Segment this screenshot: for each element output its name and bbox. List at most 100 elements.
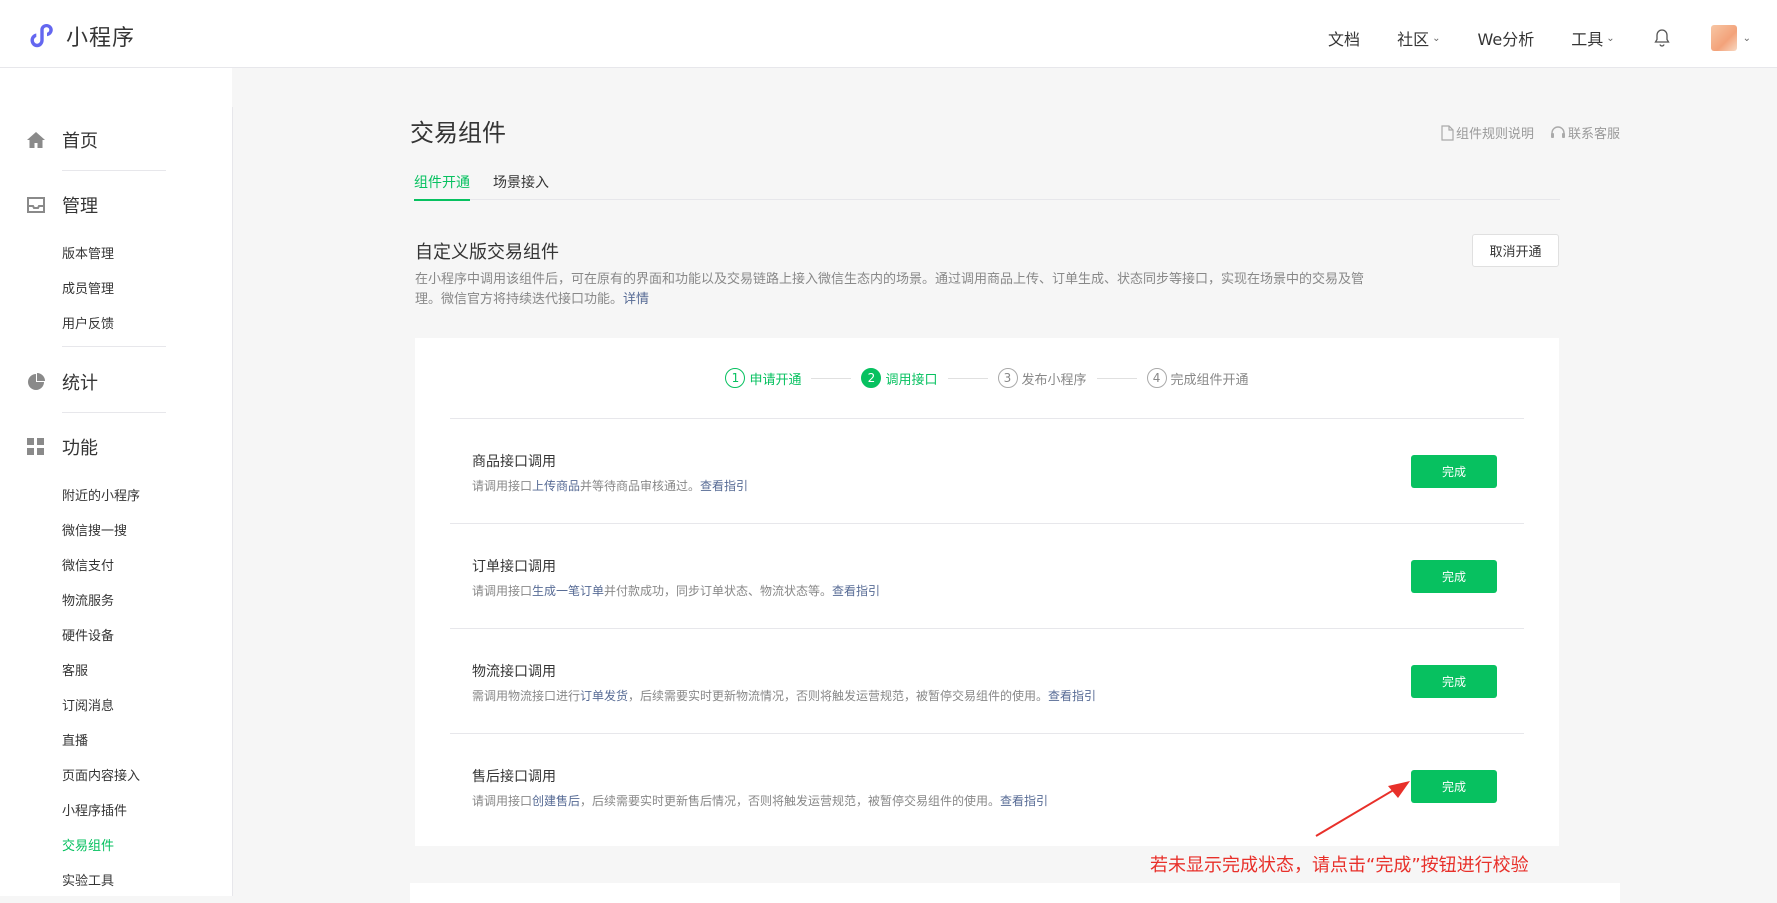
row-desc-text: ，后续需要实时更新售后情况，否则将触发运营规范，被暂停交易组件的使用。	[580, 794, 1001, 808]
sidebar-item-lab[interactable]: 实验工具	[62, 870, 114, 889]
sidebar-item-trade[interactable]: 交易组件	[62, 835, 114, 854]
step-connector	[947, 377, 988, 379]
step-complete: 4 完成组件开通	[1146, 368, 1249, 388]
sidebar-item-plugin[interactable]: 小程序插件	[62, 800, 127, 819]
row-title: 订单接口调用	[472, 559, 556, 575]
row-title: 售后接口调用	[472, 769, 556, 785]
sidebar-divider	[62, 346, 166, 347]
step-label: 发布小程序	[1021, 372, 1087, 388]
api-row-order: 订单接口调用 请调用接口生成一笔订单并付款成功，同步订单状态、物流状态等。查看指…	[450, 523, 1524, 628]
sidebar-item-live[interactable]: 直播	[62, 730, 88, 749]
sidebar-item-subscribe[interactable]: 订阅消息	[62, 695, 114, 714]
sidebar-border	[232, 107, 233, 896]
row-desc-text: 并付款成功，同步订单状态、物流状态等。	[604, 584, 833, 598]
row-api-link[interactable]: 订单发货	[580, 689, 628, 703]
home-icon	[26, 130, 46, 150]
sidebar-group-label: 统计	[62, 373, 98, 394]
headset-icon	[1550, 125, 1565, 138]
rules-link[interactable]: 组件规则说明	[1441, 123, 1534, 142]
done-button[interactable]: 完成	[1411, 770, 1497, 803]
row-description: 需调用物流接口进行订单发货，后续需要实时更新物流情况，否则将触发运营规范，被暂停…	[472, 687, 1096, 704]
row-api-link[interactable]: 创建售后	[532, 794, 580, 808]
sidebar-item-logistics[interactable]: 物流服务	[62, 590, 114, 609]
tab-scenario[interactable]: 场景接入	[493, 172, 549, 199]
step-label: 完成组件开通	[1170, 372, 1249, 388]
description-text-2: 信官方将持续迭代接口功能。	[454, 292, 624, 307]
row-api-link[interactable]: 上传商品	[532, 479, 580, 493]
nav-we-analysis[interactable]: We分析	[1477, 26, 1534, 50]
done-button[interactable]: 完成	[1411, 560, 1497, 593]
rules-link-label: 组件规则说明	[1455, 127, 1534, 142]
sidebar-item-content[interactable]: 页面内容接入	[62, 765, 140, 784]
sidebar-item-hardware[interactable]: 硬件设备	[62, 625, 114, 644]
chevron-down-icon: ⌄	[1742, 32, 1751, 44]
section-title: 自定义版交易组件	[415, 242, 559, 263]
sidebar-group-stats[interactable]: 统计	[26, 369, 98, 395]
sidebar-group-label: 首页	[62, 131, 98, 152]
step-connector	[811, 377, 852, 379]
sidebar-group-manage[interactable]: 管理	[26, 192, 98, 218]
steps-panel: 1 申请开通 2 调用接口 3 发布小程序 4 完成组件开通 商品接口调用 请调…	[415, 338, 1559, 846]
done-button[interactable]: 完成	[1411, 455, 1497, 488]
sidebar-item-feedback[interactable]: 用户反馈	[62, 313, 114, 332]
grid-icon	[26, 437, 46, 457]
row-api-link[interactable]: 生成一笔订单	[532, 584, 604, 598]
tab-activate[interactable]: 组件开通	[414, 172, 470, 201]
nav-docs[interactable]: 文档	[1328, 26, 1360, 50]
bell-icon[interactable]	[1653, 28, 1671, 48]
sidebar-item-service[interactable]: 客服	[62, 660, 88, 679]
row-desc-text: 请调用接口	[472, 794, 533, 808]
step-label: 申请开通	[749, 372, 802, 388]
progress-steps: 1 申请开通 2 调用接口 3 发布小程序 4 完成组件开通	[415, 368, 1559, 388]
miniprogram-logo-icon	[30, 24, 53, 48]
row-description: 请调用接口创建售后，后续需要实时更新售后情况，否则将触发运营规范，被暂停交易组件…	[472, 792, 1048, 809]
step-call-api: 2 调用接口	[861, 368, 938, 388]
sidebar-item-members[interactable]: 成员管理	[62, 278, 114, 297]
sidebar: 首页 管理 版本管理 成员管理 用户反馈 统计 功能 附近的小程序 微信搜一搜 …	[0, 68, 232, 896]
top-nav: 文档 社区 ⌄ We分析 工具 ⌄ ⌄	[1291, 22, 1751, 54]
nav-tools[interactable]: 工具 ⌄	[1571, 26, 1614, 50]
view-guide-link[interactable]: 查看指引	[832, 584, 880, 598]
contact-service-link[interactable]: 联系客服	[1550, 123, 1620, 142]
logo[interactable]: 小程序	[26, 20, 135, 52]
sidebar-group-features[interactable]: 功能	[26, 434, 98, 460]
row-description: 请调用接口生成一笔订单并付款成功，同步订单状态、物流状态等。查看指引	[472, 582, 880, 599]
done-button[interactable]: 完成	[1411, 665, 1497, 698]
row-desc-text: 请调用接口	[472, 584, 533, 598]
chevron-down-icon: ⌄	[1606, 32, 1615, 44]
tabs: 组件开通 场景接入	[414, 172, 1560, 201]
pie-chart-icon	[26, 372, 46, 392]
view-guide-link[interactable]: 查看指引	[1048, 689, 1096, 703]
sidebar-group-label: 管理	[62, 196, 98, 217]
top-links: 组件规则说明 联系客服	[1425, 123, 1620, 142]
row-title: 商品接口调用	[472, 454, 556, 470]
details-link[interactable]: 详情	[623, 292, 649, 307]
row-title: 物流接口调用	[472, 664, 556, 680]
sidebar-item-version[interactable]: 版本管理	[62, 243, 114, 262]
sidebar-group-home[interactable]: 首页	[26, 127, 98, 153]
cancel-activation-button[interactable]: 取消开通	[1472, 234, 1559, 267]
nav-tools-label: 工具	[1571, 30, 1604, 49]
avatar	[1710, 25, 1737, 51]
row-desc-text: 请调用接口	[472, 479, 533, 493]
user-menu[interactable]: ⌄	[1710, 25, 1751, 51]
nav-community[interactable]: 社区 ⌄	[1397, 26, 1440, 50]
step-apply: 1 申请开通	[725, 368, 801, 388]
sidebar-item-search[interactable]: 微信搜一搜	[62, 520, 127, 539]
api-row-logistics: 物流接口调用 需调用物流接口进行订单发货，后续需要实时更新物流情况，否则将触发运…	[450, 628, 1524, 733]
annotation-text: 若未显示完成状态，请点击“完成”按钮进行校验	[1150, 855, 1529, 876]
sidebar-item-nearby[interactable]: 附近的小程序	[62, 485, 140, 504]
top-bar: 小程序 文档 社区 ⌄ We分析 工具 ⌄ ⌄	[0, 0, 1777, 68]
step-label: 调用接口	[885, 372, 938, 388]
step-number: 2	[861, 368, 882, 388]
api-row-product: 商品接口调用 请调用接口上传商品并等待商品审核通过。查看指引 完成	[450, 418, 1524, 523]
inbox-icon	[26, 195, 46, 215]
logo-text: 小程序	[66, 26, 136, 51]
document-icon	[1441, 124, 1454, 141]
step-number: 4	[1146, 368, 1167, 388]
step-connector	[1096, 377, 1137, 379]
view-guide-link[interactable]: 查看指引	[1000, 794, 1048, 808]
page-title: 交易组件	[410, 119, 506, 147]
view-guide-link[interactable]: 查看指引	[700, 479, 748, 493]
sidebar-item-pay[interactable]: 微信支付	[62, 555, 114, 574]
